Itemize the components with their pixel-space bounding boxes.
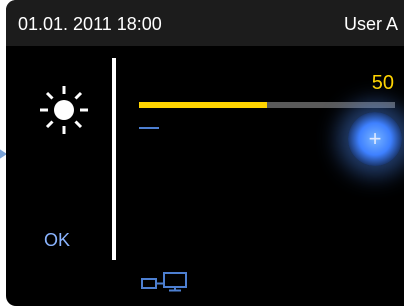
brightness-slider[interactable] <box>139 102 395 108</box>
plus-button[interactable]: + <box>348 112 402 166</box>
plus-icon: + <box>368 126 382 151</box>
divider <box>112 58 116 260</box>
minus-button[interactable] <box>139 127 159 129</box>
status-bar: 01.01. 2011 18:00 User A <box>6 0 404 46</box>
datetime-label: 01.01. 2011 18:00 <box>18 14 162 34</box>
ok-button[interactable]: OK <box>44 230 70 251</box>
user-label: User A <box>343 14 398 34</box>
sun-icon <box>40 86 88 134</box>
network-icon <box>141 272 187 292</box>
brightness-slider-fill <box>139 102 267 108</box>
device-screen: 01.01. 2011 18:00 User A OK 50 + <box>6 0 404 306</box>
brightness-value: 50 <box>371 72 394 94</box>
